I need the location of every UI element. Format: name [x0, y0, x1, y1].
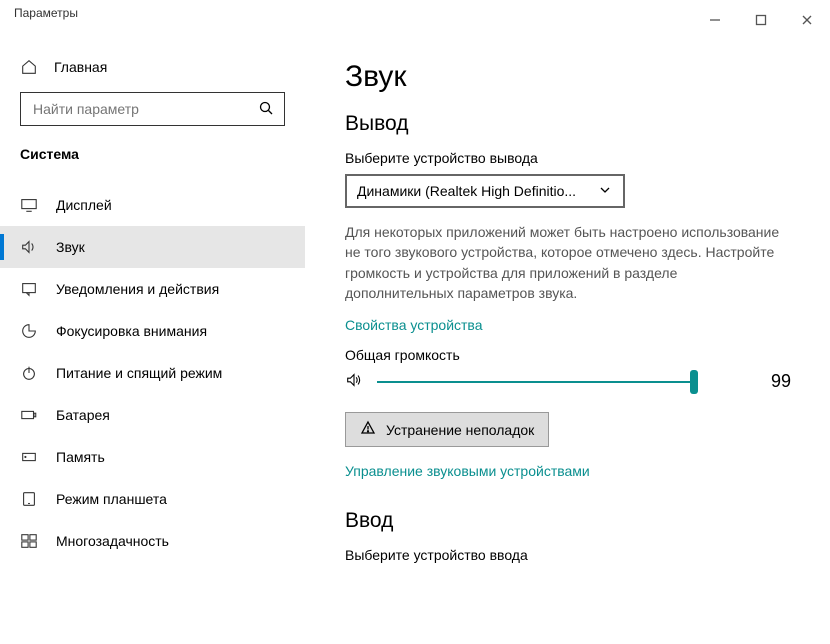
- search-field[interactable]: [31, 100, 251, 118]
- sidebar-home[interactable]: Главная: [0, 50, 305, 84]
- sidebar-home-label: Главная: [54, 59, 107, 75]
- sidebar-item-label: Дисплей: [56, 197, 112, 213]
- search-icon: [258, 100, 274, 119]
- sidebar-item-tablet[interactable]: Режим планшета: [0, 478, 305, 520]
- volume-value: 99: [771, 371, 791, 392]
- sidebar-item-label: Уведомления и действия: [56, 281, 219, 297]
- tablet-icon: [20, 490, 38, 508]
- input-device-label: Выберите устройство ввода: [345, 547, 800, 563]
- slider-thumb[interactable]: [690, 370, 698, 394]
- sidebar-item-storage[interactable]: Память: [0, 436, 305, 478]
- sidebar-item-battery[interactable]: Батарея: [0, 394, 305, 436]
- search-input[interactable]: [20, 92, 285, 126]
- window-title: Параметры: [14, 6, 78, 20]
- sound-icon: [20, 238, 38, 256]
- display-icon: [20, 196, 38, 214]
- sidebar-item-display[interactable]: Дисплей: [0, 184, 305, 226]
- manage-devices-link[interactable]: Управление звуковыми устройствами: [345, 463, 800, 479]
- maximize-button[interactable]: [738, 6, 784, 34]
- multitask-icon: [20, 532, 38, 550]
- volume-slider[interactable]: [377, 372, 697, 392]
- storage-icon: [20, 448, 38, 466]
- speaker-icon[interactable]: [345, 371, 363, 392]
- home-icon: [20, 58, 38, 76]
- chevron-down-icon: [597, 182, 613, 201]
- page-title: Звук: [345, 60, 800, 94]
- output-heading: Вывод: [345, 112, 800, 136]
- slider-track: [377, 381, 697, 383]
- sidebar-item-notifications[interactable]: Уведомления и действия: [0, 268, 305, 310]
- main-content: Звук Вывод Выберите устройство вывода Ди…: [305, 40, 830, 644]
- power-icon: [20, 364, 38, 382]
- master-volume-label: Общая громкость: [345, 347, 800, 363]
- troubleshoot-label: Устранение неполадок: [386, 422, 534, 438]
- sidebar-item-label: Батарея: [56, 407, 110, 423]
- sidebar-item-sound[interactable]: Звук: [0, 226, 305, 268]
- close-button[interactable]: [784, 6, 830, 34]
- input-heading: Ввод: [345, 509, 800, 533]
- sidebar-item-power[interactable]: Питание и спящий режим: [0, 352, 305, 394]
- notifications-icon: [20, 280, 38, 298]
- focus-icon: [20, 322, 38, 340]
- window-controls: [692, 6, 830, 34]
- titlebar: Параметры: [0, 0, 830, 40]
- sidebar-item-label: Режим планшета: [56, 491, 167, 507]
- sidebar: Главная Система Дисплей Звук: [0, 40, 305, 644]
- nav-list: Дисплей Звук Уведомления и действия Фоку…: [0, 184, 305, 562]
- troubleshoot-button[interactable]: Устранение неполадок: [345, 412, 549, 447]
- output-device-value: Динамики (Realtek High Definitio...: [357, 183, 576, 199]
- sidebar-item-label: Фокусировка внимания: [56, 323, 207, 339]
- output-device-select[interactable]: Динамики (Realtek High Definitio...: [345, 174, 625, 208]
- warning-icon: [360, 420, 376, 439]
- sidebar-item-multitask[interactable]: Многозадачность: [0, 520, 305, 562]
- device-properties-link[interactable]: Свойства устройства: [345, 317, 800, 333]
- sidebar-item-label: Звук: [56, 239, 85, 255]
- sidebar-section-title: Система: [0, 140, 305, 172]
- battery-icon: [20, 406, 38, 424]
- sidebar-item-label: Многозадачность: [56, 533, 169, 549]
- minimize-button[interactable]: [692, 6, 738, 34]
- sidebar-item-label: Питание и спящий режим: [56, 365, 222, 381]
- sidebar-item-label: Память: [56, 449, 105, 465]
- output-device-label: Выберите устройство вывода: [345, 150, 800, 166]
- sidebar-item-focus[interactable]: Фокусировка внимания: [0, 310, 305, 352]
- output-description: Для некоторых приложений может быть наст…: [345, 222, 785, 303]
